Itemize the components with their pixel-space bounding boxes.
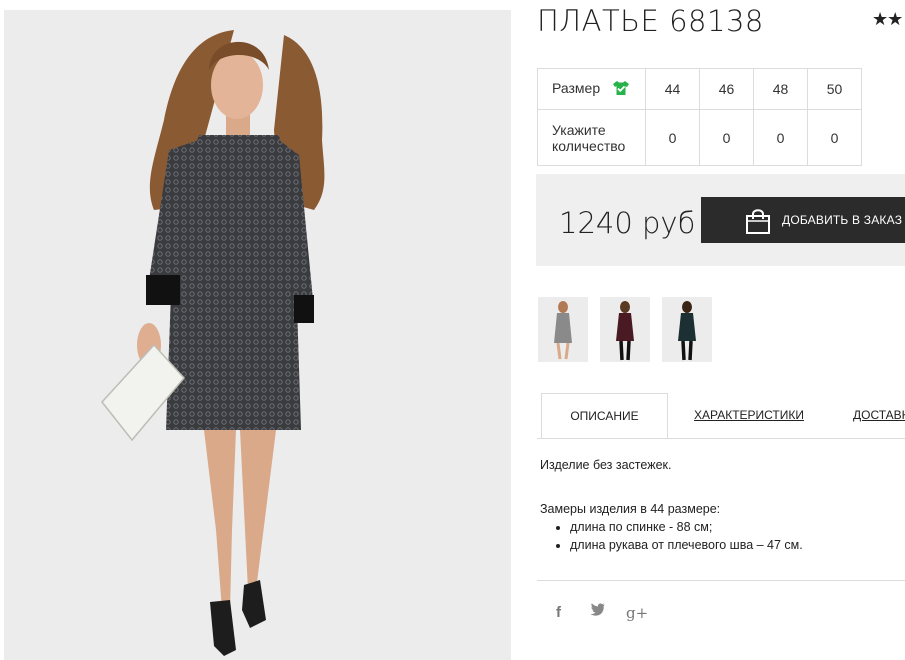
size-label: Размер bbox=[552, 79, 601, 96]
add-to-order-button[interactable]: ДОБАВИТЬ В ЗАКАЗ bbox=[701, 197, 905, 243]
quantity-input-48[interactable]: 0 bbox=[753, 109, 808, 166]
size-48: 48 bbox=[753, 68, 808, 110]
tab-characteristics[interactable]: ХАРАКТЕРИСТИКИ bbox=[694, 393, 804, 438]
size-44: 44 bbox=[645, 68, 700, 110]
shopping-bag-icon bbox=[744, 207, 772, 240]
rating-stars[interactable]: ★★ bbox=[872, 9, 903, 30]
product-photo[interactable] bbox=[4, 10, 511, 660]
size-50: 50 bbox=[807, 68, 862, 110]
measurements-list: длина по спинке - 88 см; длина рукава от… bbox=[540, 518, 803, 554]
twitter-icon[interactable] bbox=[590, 603, 605, 620]
tab-delivery[interactable]: ДОСТАВКА bbox=[853, 393, 905, 438]
tshirt-check-icon[interactable] bbox=[612, 80, 630, 99]
google-plus-icon[interactable]: g+ bbox=[626, 604, 648, 622]
description-panel: Изделие без застежек. Замеры изделия в 4… bbox=[540, 456, 803, 554]
tab-description[interactable]: ОПИСАНИЕ bbox=[541, 393, 668, 438]
divider bbox=[537, 580, 905, 581]
product-tabs: ОПИСАНИЕ ХАРАКТЕРИСТИКИ ДОСТАВКА bbox=[537, 393, 905, 439]
add-to-order-label: ДОБАВИТЬ В ЗАКАЗ bbox=[782, 213, 903, 227]
size-label-cell: Размер bbox=[537, 68, 646, 110]
list-item: длина по спинке - 88 см; bbox=[570, 518, 803, 536]
size-row: Размер 44 46 48 50 bbox=[537, 68, 862, 110]
size-quantity-table: Размер 44 46 48 50 Укажите количество 0 … bbox=[537, 68, 862, 166]
measurements-heading: Замеры изделия в 44 размере: bbox=[540, 502, 721, 516]
thumb-burgundy-dress[interactable] bbox=[600, 297, 650, 362]
google-plus-glyph: g+ bbox=[626, 604, 649, 622]
product-title: ПЛАТЬЕ 68138 bbox=[537, 4, 764, 38]
list-item: длина рукава от плечевого шва – 47 см. bbox=[570, 536, 803, 554]
facebook-icon[interactable]: f bbox=[556, 604, 561, 621]
thumb-dark-green-dress[interactable] bbox=[662, 297, 712, 362]
price-panel: 1240 руб ДОБАВИТЬ В ЗАКАЗ bbox=[536, 174, 905, 266]
size-46: 46 bbox=[699, 68, 754, 110]
quantity-input-44[interactable]: 0 bbox=[645, 109, 700, 166]
quantity-input-50[interactable]: 0 bbox=[807, 109, 862, 166]
description-line: Изделие без застежек. bbox=[540, 458, 672, 472]
quantity-row: Укажите количество 0 0 0 0 bbox=[537, 109, 862, 166]
quantity-input-46[interactable]: 0 bbox=[699, 109, 754, 166]
quantity-label: Укажите количество bbox=[537, 109, 646, 166]
price: 1240 руб bbox=[559, 206, 696, 240]
thumb-gray-dress[interactable] bbox=[538, 297, 588, 362]
